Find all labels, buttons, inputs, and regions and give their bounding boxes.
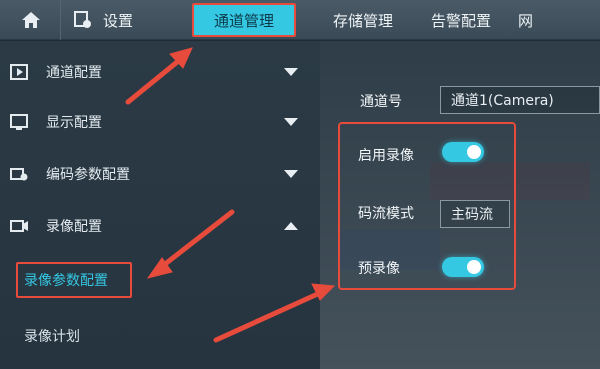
channel-select[interactable]: 通道1(Camera)	[440, 86, 600, 114]
sidebar-subitem-label: 录像参数配置	[24, 273, 108, 289]
sidebar-item-label: 录像配置	[46, 219, 102, 235]
sidebar-item-record-config[interactable]: 录像配置	[0, 202, 320, 250]
sidebar-item-channel-config[interactable]: 通道配置	[0, 48, 320, 96]
channel-select-value: 通道1(Camera)	[451, 93, 554, 109]
encode-icon	[8, 163, 30, 185]
play-icon	[8, 61, 30, 83]
channel-label: 通道号	[360, 94, 402, 110]
tab-label: 网	[518, 11, 534, 30]
tab-label: 存储管理	[332, 11, 393, 30]
chevron-down-icon	[284, 170, 298, 178]
home-icon	[22, 12, 40, 28]
sidebar-item-label: 编码参数配置	[46, 167, 130, 183]
record-icon	[8, 215, 30, 237]
display-icon	[8, 111, 30, 133]
tab-channel-management[interactable]: 通道管理	[192, 3, 296, 37]
tab-network[interactable]: 网	[508, 0, 600, 40]
settings-icon	[74, 11, 91, 28]
settings-label: 设置	[103, 11, 134, 30]
sidebar-subitem-record-params[interactable]: 录像参数配置	[16, 262, 132, 298]
annotation-highlight-box	[338, 122, 516, 290]
tab-label: 告警配置	[430, 11, 491, 30]
sidebar-item-display-config[interactable]: 显示配置	[0, 98, 320, 146]
tab-label: 通道管理	[213, 11, 274, 30]
chevron-up-icon	[284, 222, 298, 230]
tab-alarm-config[interactable]: 告警配置	[416, 0, 506, 40]
sidebar-item-encode-config[interactable]: 编码参数配置	[0, 150, 320, 198]
settings-button[interactable]: 设置	[60, 0, 170, 40]
home-button[interactable]	[14, 0, 48, 40]
tab-storage-management[interactable]: 存储管理	[318, 0, 408, 40]
chevron-down-icon	[284, 118, 298, 126]
chevron-down-icon	[284, 68, 298, 76]
sidebar-subitem-label: 录像计划	[24, 329, 80, 345]
sidebar-item-label: 显示配置	[46, 115, 102, 131]
sidebar-subitem-record-schedule[interactable]: 录像计划	[16, 318, 80, 354]
sidebar-item-label: 通道配置	[46, 65, 102, 81]
